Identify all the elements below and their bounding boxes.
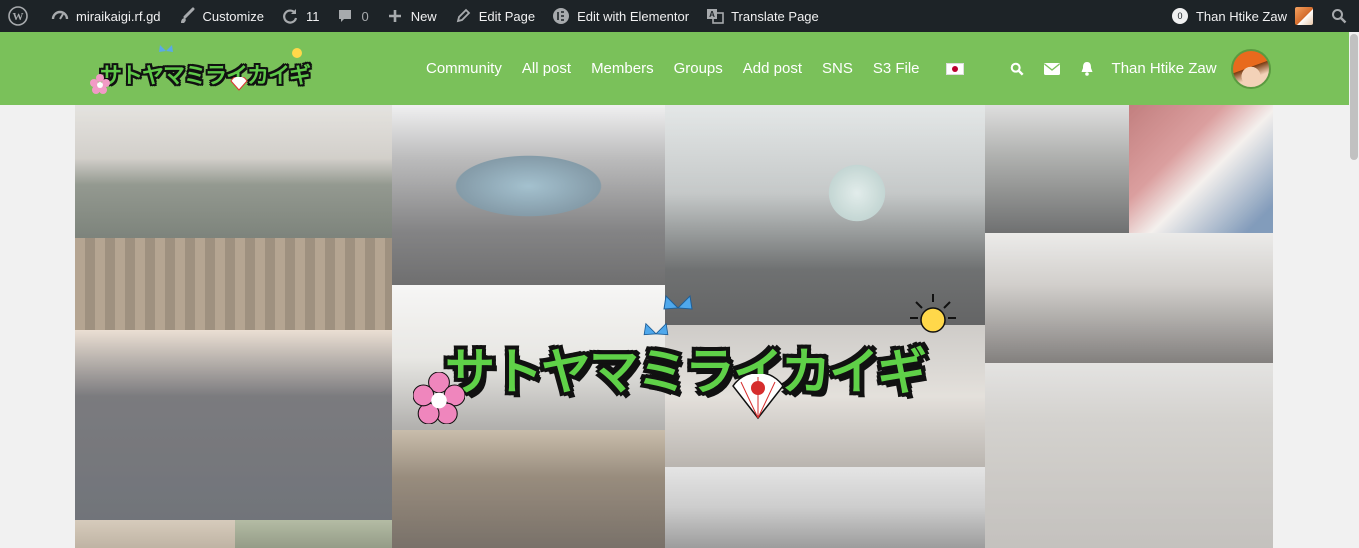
nav-groups[interactable]: Groups: [674, 60, 723, 77]
elementor-icon: [551, 6, 571, 26]
nav-s3-file[interactable]: S3 File: [873, 60, 920, 77]
main-navigation: Community All post Members Groups Add po…: [416, 32, 1271, 105]
header-avatar[interactable]: [1230, 48, 1271, 89]
admin-avatar: [1295, 7, 1313, 25]
admin-user-name: Than Htike Zaw: [1195, 8, 1287, 24]
site-name-link[interactable]: miraikaigi.rf.gd: [42, 0, 169, 32]
nav-add-post[interactable]: Add post: [743, 60, 802, 77]
translate-page-link[interactable]: A Translate Page: [697, 0, 827, 32]
fan-icon: [230, 77, 248, 91]
translate-icon: A: [705, 6, 725, 26]
edit-page-label: Edit Page: [478, 8, 536, 24]
site-name-label: miraikaigi.rf.gd: [76, 8, 161, 24]
header-user-name[interactable]: Than Htike Zaw: [1112, 60, 1217, 77]
updates-link[interactable]: 11: [272, 0, 328, 32]
svg-text:W: W: [13, 11, 24, 23]
comments-link[interactable]: 0: [327, 0, 376, 32]
butterfly-icon: [663, 294, 693, 310]
dashboard-icon: [50, 6, 70, 26]
japan-flag-icon[interactable]: [945, 62, 964, 75]
hero-logo-text: サトヤマミライカイギ: [445, 343, 927, 401]
admin-bar: W miraikaigi.rf.gd Customize 11 0 New Ed…: [0, 0, 1359, 32]
flower-icon: [413, 372, 465, 424]
scrollbar-thumb[interactable]: [1350, 34, 1358, 160]
notifications-count: 0: [1171, 8, 1188, 24]
edit-with-elementor-link[interactable]: Edit with Elementor: [543, 0, 697, 32]
hero-collage: サトヤマミライカイギ: [75, 105, 1273, 548]
site-logo[interactable]: サトヤマミライカイギ: [90, 44, 311, 94]
edit-with-elementor-label: Edit with Elementor: [577, 8, 690, 24]
search-icon: [1329, 6, 1349, 26]
wordpress-icon: W: [8, 6, 28, 26]
flower-icon: [90, 74, 110, 94]
svg-text:A: A: [709, 10, 715, 19]
sun-icon: [910, 294, 956, 333]
site-logo-text: サトヤマミライカイギ: [100, 64, 311, 89]
comments-icon: [335, 6, 355, 26]
plus-icon: [385, 6, 405, 26]
updates-count: 11: [305, 8, 320, 24]
brush-icon: [177, 6, 197, 26]
edit-page-link[interactable]: Edit Page: [445, 0, 543, 32]
customize-link[interactable]: Customize: [169, 0, 272, 32]
pencil-icon: [453, 6, 473, 26]
translate-page-label: Translate Page: [731, 8, 819, 24]
updates-icon: [280, 6, 300, 26]
new-content-link[interactable]: New: [377, 0, 445, 32]
nav-members[interactable]: Members: [591, 60, 654, 77]
nav-sns[interactable]: SNS: [822, 60, 853, 77]
new-label: New: [410, 8, 437, 24]
hero-logo: サトヤマミライカイギ: [413, 290, 973, 430]
site-header: サトヤマミライカイギ Community All post Members Gr…: [0, 32, 1349, 105]
bell-icon[interactable]: [1080, 61, 1094, 76]
my-account-menu[interactable]: 0 Than Htike Zaw: [1164, 0, 1321, 32]
butterfly-icon: [159, 45, 173, 52]
nav-all-post[interactable]: All post: [522, 60, 571, 77]
customize-label: Customize: [202, 8, 264, 24]
mail-icon[interactable]: [1043, 62, 1060, 75]
nav-community[interactable]: Community: [426, 60, 502, 77]
comments-count: 0: [361, 8, 369, 24]
search-icon[interactable]: [1010, 62, 1024, 76]
fan-icon: [732, 374, 784, 420]
admin-search-button[interactable]: [1321, 0, 1359, 32]
wordpress-menu[interactable]: W: [0, 0, 42, 32]
